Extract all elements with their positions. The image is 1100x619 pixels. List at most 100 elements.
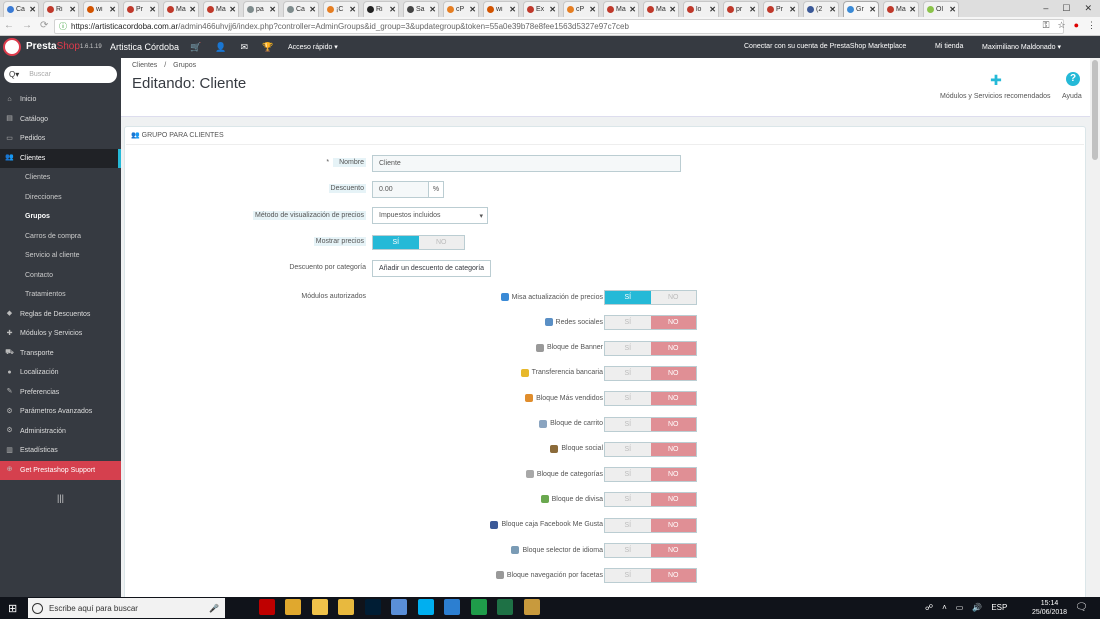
name-input[interactable]: Cliente [372,155,681,172]
module-switch-no[interactable]: NO [650,442,696,456]
module-switch-no[interactable]: NO [650,366,696,380]
browser-tab[interactable]: Sa ✕ [403,1,439,17]
photoshop-icon[interactable] [364,599,381,615]
browser-tab[interactable]: Pr ✕ [123,1,159,17]
marketplace-link[interactable]: Conectar con su cuenta de PrestaShop Mar… [744,43,906,50]
tab-close-icon[interactable]: ✕ [429,5,436,14]
module-switch-yes[interactable]: SÍ [605,493,651,506]
browser-tab[interactable]: Pr ✕ [763,1,799,17]
browser-tab[interactable]: lo ✕ [683,1,719,17]
module-switch-yes[interactable]: SÍ [605,342,651,355]
sidebar-item-tratamientos[interactable]: Tratamientos [0,285,121,304]
clock[interactable]: 15:14 25/06/2018 [1032,599,1067,617]
forward-icon[interactable]: → [22,20,32,31]
stock-icon[interactable] [470,599,487,615]
network-icon[interactable]: ▭ [956,603,964,612]
module-switch-yes[interactable]: SÍ [605,468,651,481]
tab-close-icon[interactable]: ✕ [229,5,236,14]
microphone-icon[interactable]: 🎤 [209,604,219,613]
show-prices-no[interactable]: NO [419,236,465,249]
tab-close-icon[interactable]: ✕ [789,5,796,14]
browser-tab[interactable]: pr ✕ [723,1,759,17]
browser-tab[interactable]: Ca ✕ [3,1,39,17]
sidebar-item-módulos-y-servicios[interactable]: ✚ Módulos y Servicios [0,324,121,343]
filezilla-icon[interactable] [258,599,275,615]
tab-close-icon[interactable]: ✕ [949,5,956,14]
browser-tab[interactable]: Ma ✕ [163,1,199,17]
tab-close-icon[interactable]: ✕ [829,5,836,14]
sidebar-item-catálogo[interactable]: ▤ Catálogo [0,110,121,129]
browser-tab[interactable]: Ma ✕ [883,1,919,17]
minimize-icon[interactable]: – [1043,3,1048,13]
sidebar-item-carros-de-compra[interactable]: Carros de compra [0,227,121,246]
tray-arrow-icon[interactable]: ˄ [942,603,947,612]
module-switch-no[interactable]: NO [650,569,696,583]
module-switch-no[interactable]: NO [650,341,696,355]
envelope-icon[interactable]: ✉ [240,42,248,53]
sidebar-item-reglas-de-descuentos[interactable]: ◆ Reglas de Descuentos [0,305,121,324]
browser-tab[interactable]: wi ✕ [483,1,519,17]
notification-icon[interactable]: 🗨 [1075,602,1088,613]
browser-tab[interactable]: Ma ✕ [643,1,679,17]
sidebar-item-localización[interactable]: ● Localización [0,363,121,382]
module-switch-no[interactable]: NO [650,392,696,406]
close-window-icon[interactable]: ✕ [1084,3,1092,14]
puzzle-icon[interactable]: ✚ [988,73,1004,87]
search-icon[interactable]: Q▾ [9,70,19,79]
explorer-icon[interactable] [311,599,328,615]
tab-close-icon[interactable]: ✕ [349,5,356,14]
module-switch-no[interactable]: NO [650,518,696,532]
vscode-icon[interactable] [444,599,460,615]
module-switch[interactable]: SÍ NO [604,290,697,305]
breadcrumb-grupos[interactable]: Grupos [173,62,196,69]
module-switch-no[interactable]: NO [650,316,696,330]
tab-close-icon[interactable]: ✕ [109,5,116,14]
discount-input[interactable]: 0.00 [372,181,429,198]
module-switch-no[interactable]: NO [650,544,696,557]
tab-close-icon[interactable]: ✕ [869,5,876,14]
module-switch-yes[interactable]: SÍ [605,519,651,532]
module-switch-yes[interactable]: SÍ [605,392,651,405]
trophy-icon[interactable]: 🏆 [262,42,273,53]
task-view-icon[interactable] [232,599,248,615]
tab-close-icon[interactable]: ✕ [669,5,676,14]
tab-close-icon[interactable]: ✕ [909,5,916,14]
module-switch[interactable]: SÍ NO [604,492,697,508]
back-icon[interactable]: ← [4,20,14,31]
browser-tab[interactable]: wi ✕ [83,1,119,17]
url-input[interactable]: ⓘ https://artisticacordoba.com.ar/admin4… [54,19,1064,34]
tab-close-icon[interactable]: ✕ [149,5,156,14]
people-icon[interactable]: ☍ [925,603,933,612]
module-switch[interactable]: SÍ NO [604,391,697,407]
sidebar-item-transporte[interactable]: ⛟ Transporte [0,344,121,363]
tab-close-icon[interactable]: ✕ [469,5,476,14]
module-switch-yes[interactable]: SÍ [605,443,651,456]
module-switch[interactable]: SÍ NO [604,441,697,457]
sidebar-item-parámetros-avanzados[interactable]: ⚙ Parámetros Avanzados [0,402,121,421]
tab-close-icon[interactable]: ✕ [549,5,556,14]
star-icon[interactable]: ☆ [1057,20,1065,31]
tab-close-icon[interactable]: ✕ [269,5,276,14]
prestashop-logo-icon[interactable] [3,38,21,56]
sidebar-collapse-icon[interactable]: ||| [57,493,64,503]
module-switch-no[interactable]: NO [651,291,697,304]
price-display-select[interactable]: Impuestos incluidos ▾ [372,207,488,224]
sidebar-item-preferencias[interactable]: ✎ Preferencias [0,383,121,402]
excel-icon[interactable] [497,599,513,615]
skype-icon[interactable] [417,599,434,615]
chrome-icon[interactable] [285,599,301,615]
module-switch-yes[interactable]: SÍ [605,316,651,329]
module-switch[interactable]: SÍ NO [604,568,697,584]
browser-tab[interactable]: cP ✕ [563,1,599,17]
tab-close-icon[interactable]: ✕ [69,5,76,14]
show-prices-switch[interactable]: SÍ NO [372,235,465,250]
module-switch-yes[interactable]: SÍ [605,367,651,380]
module-switch-no[interactable]: NO [650,493,696,507]
tab-close-icon[interactable]: ✕ [189,5,196,14]
module-switch[interactable]: SÍ NO [604,467,697,483]
browser-tab[interactable]: Ma ✕ [203,1,239,17]
shop-name[interactable]: Artistica Córdoba [110,42,179,52]
quick-access-dropdown[interactable]: Acceso rápido ▾ [288,43,338,51]
notepad-icon[interactable] [391,599,407,615]
module-switch[interactable]: SÍ NO [604,416,697,432]
